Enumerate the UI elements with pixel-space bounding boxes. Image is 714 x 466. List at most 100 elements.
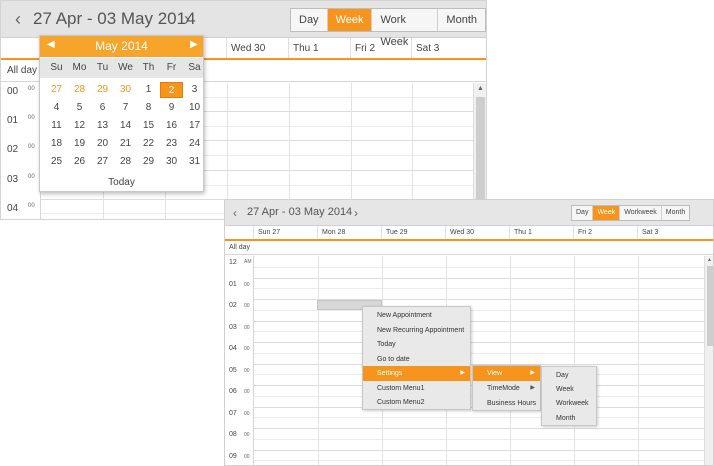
vertical-scrollbar[interactable]: ▲ bbox=[704, 256, 713, 465]
menu-item-new-recurring-appointment[interactable]: New Recurring Appointment bbox=[363, 323, 470, 338]
calendar-day-cell[interactable]: 29 bbox=[137, 154, 160, 170]
menu-item-view-label: View bbox=[487, 370, 503, 377]
calendar-day-cell[interactable]: 1 bbox=[137, 82, 160, 98]
menu-item-custom-menu1[interactable]: Custom Menu1 bbox=[363, 381, 470, 396]
minute-label: 00 bbox=[244, 410, 250, 417]
view-day-button[interactable]: Day bbox=[572, 206, 594, 220]
view-month-button[interactable]: Month bbox=[438, 9, 485, 31]
calendar-day-cell[interactable]: 20 bbox=[91, 136, 114, 152]
weekday-label: Su bbox=[50, 62, 63, 73]
calendar-day-cell[interactable]: 7 bbox=[114, 100, 137, 116]
grid-line bbox=[254, 460, 704, 462]
view-week-button[interactable]: Week bbox=[593, 206, 621, 220]
minute-label: 00 bbox=[244, 389, 250, 395]
calendar-day-cell[interactable]: 2 bbox=[160, 82, 183, 98]
date-picker-popup: ◀ May 2014 ▶ Su Mo Tu We Th Fr Sa 27 28 29 30 1 2 3 4… bbox=[39, 35, 204, 192]
calendar-day-cell[interactable]: 13 bbox=[91, 118, 114, 134]
calendar-day-cell[interactable]: 16 bbox=[160, 118, 183, 134]
calendar-day-cell[interactable]: 12 bbox=[68, 118, 91, 134]
allday-row[interactable] bbox=[225, 241, 713, 255]
menu-item-business-hours[interactable]: Business Hours bbox=[473, 396, 540, 411]
calendar-day-cell[interactable]: 11 bbox=[45, 118, 68, 134]
chevron-right-icon[interactable]: › bbox=[354, 206, 358, 220]
scrollbar-thumb[interactable] bbox=[707, 266, 713, 346]
calendar-day-cell[interactable]: 23 bbox=[160, 136, 183, 152]
calendar-day-cell[interactable]: 18 bbox=[45, 136, 68, 152]
calendar-day-cell[interactable]: 14 bbox=[114, 118, 137, 134]
chevron-left-icon[interactable]: ‹ bbox=[11, 9, 25, 29]
menu-item-view[interactable]: View ▶ bbox=[473, 366, 540, 381]
scroll-up-icon[interactable]: ▲ bbox=[477, 85, 484, 92]
menu-item-workweek[interactable]: Workweek bbox=[542, 396, 596, 411]
calendar-day-cell[interactable]: 31 bbox=[183, 154, 206, 170]
calendar-day-cell[interactable]: 30 bbox=[160, 154, 183, 170]
menu-item-settings[interactable]: Settings ▶ bbox=[363, 366, 470, 381]
menu-item-month[interactable]: Month bbox=[542, 411, 596, 426]
grid-line bbox=[254, 331, 704, 333]
hour-label: 08 bbox=[229, 431, 237, 438]
date-range-label[interactable]: 27 Apr - 03 May 2014 bbox=[247, 206, 352, 218]
menu-item-timemode-label: TimeMode bbox=[487, 385, 520, 392]
view-day-button[interactable]: Day bbox=[291, 9, 328, 31]
menu-item-go-to-date[interactable]: Go to date bbox=[363, 352, 470, 367]
calendar-day-cell[interactable]: 28 bbox=[114, 154, 137, 170]
calendar-day-cell[interactable]: 17 bbox=[183, 118, 206, 134]
view-workweek-button[interactable]: Work Week bbox=[372, 9, 439, 48]
triangle-right-icon[interactable]: ▶ bbox=[190, 39, 198, 50]
view-switcher: Day Week Workweek Month bbox=[571, 205, 691, 221]
calendar-day-cell[interactable]: 4 bbox=[45, 100, 68, 116]
settings-submenu: View ▶ TimeMode ▶ Business Hours bbox=[472, 365, 541, 411]
day-header-blank bbox=[1, 38, 41, 59]
day-header-thu: Thu 1 bbox=[289, 38, 351, 59]
day-header-tue: Tue 29 bbox=[382, 226, 446, 240]
calendar-day-cell[interactable]: 21 bbox=[114, 136, 137, 152]
menu-item-day[interactable]: Day bbox=[542, 368, 596, 383]
menu-item-timemode[interactable]: TimeMode ▶ bbox=[473, 381, 540, 396]
minute-label: 00 bbox=[244, 303, 250, 309]
minute-label: 00 bbox=[244, 432, 250, 438]
grid-line bbox=[254, 266, 704, 268]
calendar-day-cell[interactable]: 15 bbox=[137, 118, 160, 134]
calendar-day-cell[interactable]: 10 bbox=[183, 100, 206, 116]
day-header-wed: Wed 30 bbox=[446, 226, 510, 240]
calendar-day-cell[interactable]: 3 bbox=[183, 82, 206, 98]
menu-item-new-appointment[interactable]: New Appointment bbox=[363, 308, 470, 323]
calendar-day-cell[interactable]: 9 bbox=[160, 100, 183, 116]
calendar-day-cell[interactable]: 27 bbox=[45, 82, 68, 98]
calendar-day-cell[interactable]: 29 bbox=[91, 82, 114, 98]
hour-label: 00 bbox=[7, 86, 19, 97]
calendar-day-cell[interactable]: 24 bbox=[183, 136, 206, 152]
weekday-label: Fr bbox=[166, 62, 177, 73]
menu-item-today[interactable]: Today bbox=[363, 337, 470, 352]
weekday-label: Mo bbox=[72, 62, 87, 73]
scroll-up-icon[interactable]: ▲ bbox=[707, 257, 712, 263]
date-range-label[interactable]: 27 Apr - 03 May 2014 bbox=[33, 8, 196, 30]
calendar-day-cell[interactable]: 27 bbox=[91, 154, 114, 170]
minute-label: 00 bbox=[28, 86, 35, 92]
menu-item-week[interactable]: Week bbox=[542, 382, 596, 397]
chevron-left-icon[interactable]: ‹ bbox=[233, 206, 237, 220]
calendar-day-cell[interactable]: 22 bbox=[137, 136, 160, 152]
calendar-day-cell[interactable]: 5 bbox=[68, 100, 91, 116]
calendar-month-title[interactable]: May 2014 bbox=[40, 39, 203, 53]
grid-line bbox=[254, 417, 704, 419]
minute-label: 00 bbox=[28, 174, 35, 180]
calendar-day-cell[interactable]: 19 bbox=[68, 136, 91, 152]
view-workweek-button[interactable]: Workweek bbox=[620, 206, 662, 220]
menu-item-custom-menu2[interactable]: Custom Menu2 bbox=[363, 395, 470, 410]
calendar-day-cell[interactable]: 8 bbox=[137, 100, 160, 116]
calendar-day-cell[interactable]: 25 bbox=[45, 154, 68, 170]
view-week-button[interactable]: Week bbox=[327, 9, 373, 31]
calendar-day-cell[interactable]: 26 bbox=[68, 154, 91, 170]
calendar-day-cell[interactable]: 28 bbox=[68, 82, 91, 98]
hour-label: 06 bbox=[229, 388, 237, 395]
calendar-day-cell[interactable]: 30 bbox=[114, 82, 137, 98]
grid-line bbox=[254, 320, 704, 322]
calendar-day-cell[interactable]: 6 bbox=[91, 100, 114, 116]
view-month-button[interactable]: Month bbox=[662, 206, 689, 220]
grid-column-line bbox=[510, 256, 511, 465]
day-header-sun: Sun 27 bbox=[254, 226, 318, 240]
chevron-right-icon[interactable]: › bbox=[180, 9, 194, 29]
calendar-today-button[interactable]: Today bbox=[40, 177, 203, 188]
weekday-label: We bbox=[118, 62, 133, 73]
